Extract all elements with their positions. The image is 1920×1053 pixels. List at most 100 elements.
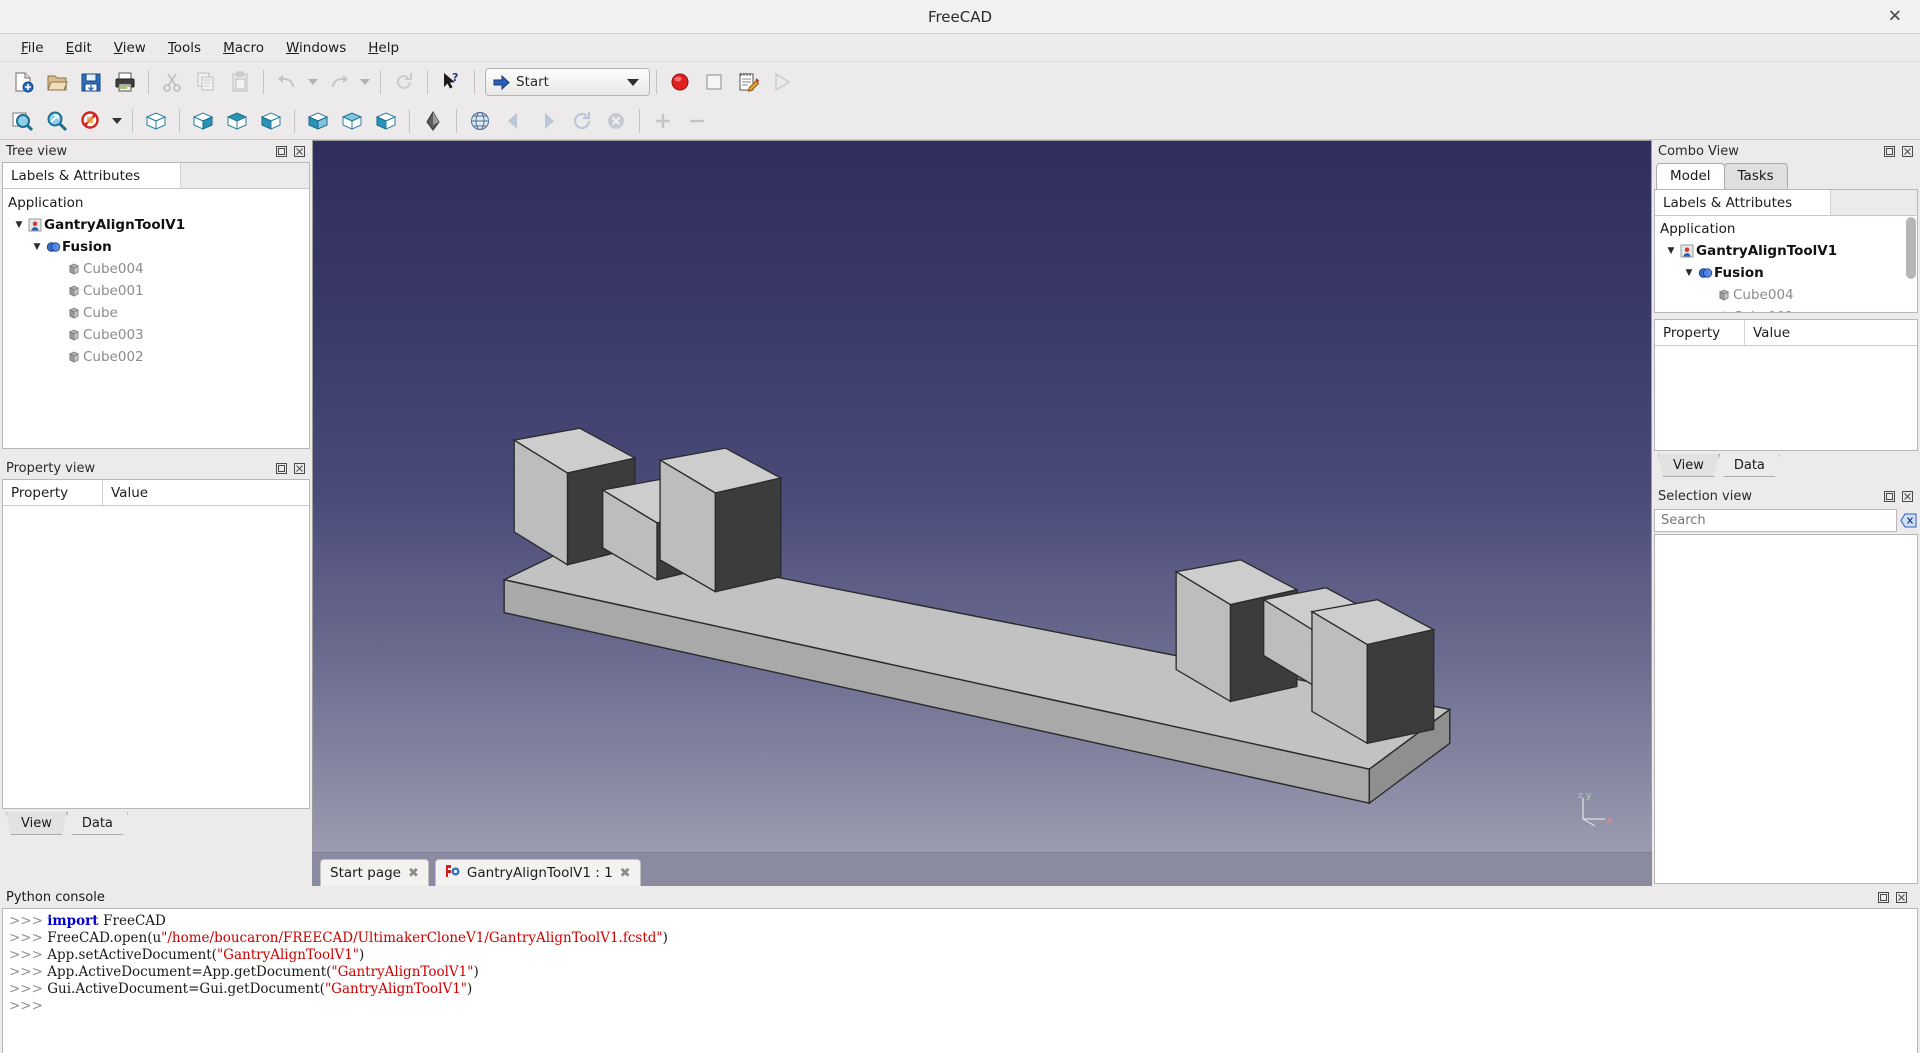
previous-page-button[interactable] [497, 105, 531, 137]
property-column-property[interactable]: Property [3, 480, 103, 505]
macro-execute-button[interactable] [765, 66, 799, 98]
chevron-down-icon[interactable]: ▼ [30, 242, 44, 252]
python-console-output[interactable]: >>> import FreeCAD >>> FreeCAD.open(u"/ho… [2, 908, 1918, 1053]
float-icon[interactable] [1882, 489, 1896, 503]
clear-search-icon[interactable] [1900, 513, 1918, 528]
chevron-down-icon[interactable]: ▼ [1682, 268, 1696, 278]
tab-tasks[interactable]: Tasks [1723, 163, 1788, 189]
menu-help[interactable]: Help [357, 37, 410, 59]
top-view-button[interactable] [220, 105, 254, 137]
isometric-view-button[interactable] [139, 105, 173, 137]
close-icon[interactable] [292, 144, 306, 158]
tree-item-fusion[interactable]: ▼ Fusion [3, 236, 309, 258]
zoom-in-button[interactable] [646, 105, 680, 137]
zoom-out-button[interactable] [680, 105, 714, 137]
tab-data[interactable]: Data [1719, 454, 1780, 477]
tab-model[interactable]: Model [1656, 163, 1725, 189]
menu-file[interactable]: File [10, 37, 55, 59]
combo-tree-item-label: Fusion [1714, 265, 1764, 281]
close-icon[interactable] [1894, 890, 1908, 904]
combo-tree-item-fusion[interactable]: ▼ Fusion [1655, 262, 1917, 284]
document-tab-gantryaligntoolv1[interactable]: GantryAlignToolV1 : 1 ✖ [434, 859, 641, 886]
tree-column-labels[interactable]: Labels & Attributes [3, 163, 181, 188]
combo-property-column-property[interactable]: Property [1655, 320, 1745, 345]
document-tab-start-page[interactable]: Start page ✖ [320, 859, 429, 886]
paste-button[interactable] [223, 66, 257, 98]
undo-dropdown-button[interactable] [304, 66, 322, 98]
web-browser-button[interactable] [463, 105, 497, 137]
float-icon[interactable] [1876, 890, 1890, 904]
draw-style-button[interactable] [74, 105, 108, 137]
new-document-button[interactable] [6, 66, 40, 98]
tree-root-application[interactable]: Application [3, 192, 309, 214]
close-icon[interactable] [292, 461, 306, 475]
undo-button[interactable] [270, 66, 304, 98]
right-view-button[interactable] [254, 105, 288, 137]
selection-view-list[interactable] [1654, 534, 1918, 884]
tree-item-cube002[interactable]: Cube002 [3, 346, 309, 368]
combo-tree-box[interactable]: Labels & Attributes Application ▼ Gantry… [1654, 189, 1918, 313]
combo-tree-item-gantryaligntoolv1[interactable]: ▼ GantryAlignToolV1 [1655, 240, 1917, 262]
tab-data[interactable]: Data [67, 812, 128, 835]
fit-all-button[interactable] [6, 105, 40, 137]
close-icon[interactable]: ✖ [408, 866, 419, 881]
macro-record-button[interactable] [663, 66, 697, 98]
refresh-button[interactable] [387, 66, 421, 98]
macro-stop-button[interactable] [697, 66, 731, 98]
reload-page-button[interactable] [565, 105, 599, 137]
menu-view[interactable]: View [103, 37, 157, 59]
combo-tree-root-application[interactable]: Application [1655, 218, 1917, 240]
workbench-selector[interactable]: Start [485, 68, 650, 96]
tree-item-cube[interactable]: Cube [3, 302, 309, 324]
menu-windows[interactable]: Windows [275, 37, 357, 59]
close-icon[interactable] [1900, 489, 1914, 503]
combo-tree-scrollbar[interactable] [1906, 217, 1916, 279]
tree-item-cube003[interactable]: Cube003 [3, 324, 309, 346]
save-document-button[interactable] [74, 66, 108, 98]
property-view-box[interactable]: Property Value [2, 479, 310, 809]
whats-this-button[interactable]: ? [434, 66, 468, 98]
tree-item-cube004[interactable]: Cube004 [3, 258, 309, 280]
bottom-view-button[interactable] [335, 105, 369, 137]
open-document-button[interactable] [40, 66, 74, 98]
close-icon[interactable]: ✖ [620, 866, 631, 881]
front-view-button[interactable] [186, 105, 220, 137]
float-icon[interactable] [274, 144, 288, 158]
3d-viewport[interactable]: x y z [312, 140, 1652, 852]
rear-view-button[interactable] [301, 105, 335, 137]
macro-edit-button[interactable] [731, 66, 765, 98]
combo-tree-column-labels[interactable]: Labels & Attributes [1655, 190, 1831, 215]
tree-item-cube001[interactable]: Cube001 [3, 280, 309, 302]
menu-macro[interactable]: Macro [212, 37, 275, 59]
chevron-down-icon[interactable]: ▼ [12, 220, 26, 230]
search-input[interactable] [1654, 509, 1897, 532]
tab-view[interactable]: View [1658, 454, 1719, 477]
menu-tools[interactable]: Tools [157, 37, 212, 59]
copy-button[interactable] [189, 66, 223, 98]
tree-view-box[interactable]: Labels & Attributes Application ▼ Gantry… [2, 162, 310, 449]
tree-item-gantryaligntoolv1[interactable]: ▼ GantryAlignToolV1 [3, 214, 309, 236]
python-token: ) [662, 930, 668, 946]
combo-tree-item-cube004[interactable]: Cube004 [1655, 284, 1917, 306]
menu-edit[interactable]: Edit [55, 37, 103, 59]
window-close-button[interactable]: ✕ [1882, 6, 1908, 27]
close-icon[interactable] [1900, 144, 1914, 158]
draw-style-dropdown-button[interactable] [108, 105, 126, 137]
measure-button[interactable] [416, 105, 450, 137]
chevron-down-icon[interactable]: ▼ [1664, 246, 1678, 256]
stop-load-button[interactable] [599, 105, 633, 137]
float-icon[interactable] [1882, 144, 1896, 158]
redo-button[interactable] [322, 66, 356, 98]
print-button[interactable] [108, 66, 142, 98]
next-page-button[interactable] [531, 105, 565, 137]
combo-tree-item-cube001[interactable]: Cube001 [1655, 306, 1917, 312]
combo-property-column-value[interactable]: Value [1745, 320, 1917, 345]
left-view-button[interactable] [369, 105, 403, 137]
combo-property-box[interactable]: Property Value [1654, 319, 1918, 451]
property-column-value[interactable]: Value [103, 480, 309, 505]
cut-button[interactable] [155, 66, 189, 98]
redo-dropdown-button[interactable] [356, 66, 374, 98]
float-icon[interactable] [274, 461, 288, 475]
tab-view[interactable]: View [6, 812, 67, 835]
fit-selection-button[interactable] [40, 105, 74, 137]
